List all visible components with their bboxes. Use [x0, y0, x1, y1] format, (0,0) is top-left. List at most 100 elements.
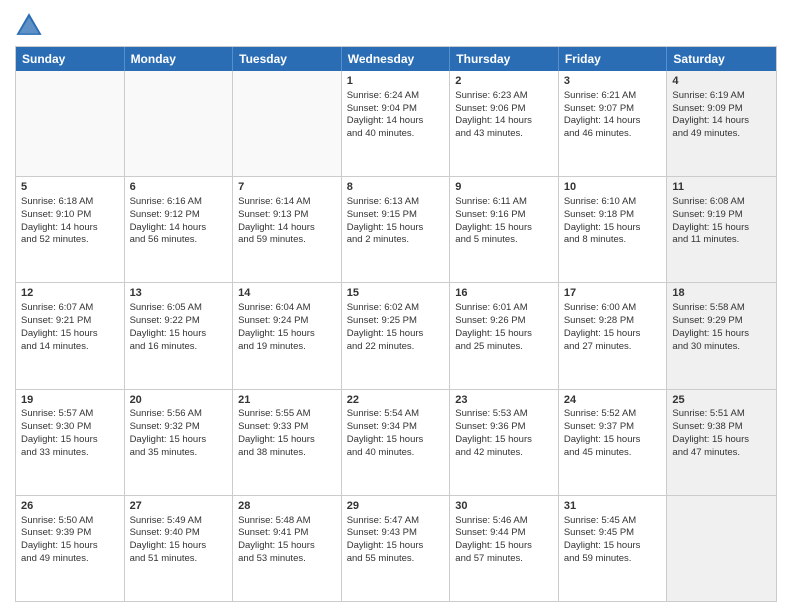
day-info-line: Daylight: 15 hours [130, 434, 228, 447]
day-info-line: and 30 minutes. [672, 341, 771, 354]
day-number: 13 [130, 286, 228, 301]
day-info-line: and 40 minutes. [347, 128, 445, 141]
day-number: 17 [564, 286, 662, 301]
day-info-line: Daylight: 15 hours [238, 328, 336, 341]
day-cell-6: 6Sunrise: 6:16 AMSunset: 9:12 PMDaylight… [125, 177, 234, 282]
day-info-line: Sunrise: 6:01 AM [455, 302, 553, 315]
day-info-line: and 5 minutes. [455, 234, 553, 247]
day-info-line: Sunset: 9:16 PM [455, 209, 553, 222]
day-info-line: and 57 minutes. [455, 553, 553, 566]
day-info-line: and 16 minutes. [130, 341, 228, 354]
day-info-line: Sunrise: 6:11 AM [455, 196, 553, 209]
empty-cell-0-2 [233, 71, 342, 176]
day-info-line: Daylight: 15 hours [672, 434, 771, 447]
day-number: 2 [455, 74, 553, 89]
day-number: 15 [347, 286, 445, 301]
calendar-row-5: 26Sunrise: 5:50 AMSunset: 9:39 PMDayligh… [16, 495, 776, 601]
day-info-line: Sunrise: 5:46 AM [455, 515, 553, 528]
day-info-line: Daylight: 15 hours [21, 328, 119, 341]
page: SundayMondayTuesdayWednesdayThursdayFrid… [0, 0, 792, 612]
logo [15, 10, 47, 38]
day-cell-7: 7Sunrise: 6:14 AMSunset: 9:13 PMDaylight… [233, 177, 342, 282]
day-info-line: Sunrise: 6:19 AM [672, 90, 771, 103]
day-info-line: Sunset: 9:12 PM [130, 209, 228, 222]
day-info-line: Sunrise: 6:14 AM [238, 196, 336, 209]
day-number: 8 [347, 180, 445, 195]
day-cell-24: 24Sunrise: 5:52 AMSunset: 9:37 PMDayligh… [559, 390, 668, 495]
day-info-line: Sunrise: 6:08 AM [672, 196, 771, 209]
day-number: 14 [238, 286, 336, 301]
day-info-line: and 2 minutes. [347, 234, 445, 247]
day-number: 21 [238, 393, 336, 408]
day-header-monday: Monday [125, 47, 234, 71]
day-info-line: Daylight: 15 hours [130, 540, 228, 553]
day-info-line: Sunset: 9:43 PM [347, 527, 445, 540]
day-info-line: Daylight: 15 hours [455, 434, 553, 447]
day-number: 31 [564, 499, 662, 514]
day-info-line: and 22 minutes. [347, 341, 445, 354]
day-info-line: Sunset: 9:15 PM [347, 209, 445, 222]
day-info-line: Sunset: 9:10 PM [21, 209, 119, 222]
day-info-line: and 11 minutes. [672, 234, 771, 247]
day-cell-27: 27Sunrise: 5:49 AMSunset: 9:40 PMDayligh… [125, 496, 234, 601]
day-info-line: Daylight: 15 hours [455, 540, 553, 553]
day-cell-23: 23Sunrise: 5:53 AMSunset: 9:36 PMDayligh… [450, 390, 559, 495]
day-number: 7 [238, 180, 336, 195]
day-cell-21: 21Sunrise: 5:55 AMSunset: 9:33 PMDayligh… [233, 390, 342, 495]
day-info-line: Sunset: 9:34 PM [347, 421, 445, 434]
day-info-line: Sunset: 9:13 PM [238, 209, 336, 222]
day-info-line: Sunset: 9:37 PM [564, 421, 662, 434]
day-number: 20 [130, 393, 228, 408]
day-number: 10 [564, 180, 662, 195]
day-info-line: Sunrise: 6:21 AM [564, 90, 662, 103]
day-number: 19 [21, 393, 119, 408]
day-info-line: Sunset: 9:06 PM [455, 103, 553, 116]
calendar-row-2: 5Sunrise: 6:18 AMSunset: 9:10 PMDaylight… [16, 176, 776, 282]
day-info-line: Daylight: 15 hours [455, 328, 553, 341]
day-info-line: Sunrise: 5:47 AM [347, 515, 445, 528]
day-info-line: Sunrise: 5:58 AM [672, 302, 771, 315]
day-cell-28: 28Sunrise: 5:48 AMSunset: 9:41 PMDayligh… [233, 496, 342, 601]
day-cell-19: 19Sunrise: 5:57 AMSunset: 9:30 PMDayligh… [16, 390, 125, 495]
day-cell-14: 14Sunrise: 6:04 AMSunset: 9:24 PMDayligh… [233, 283, 342, 388]
day-info-line: Daylight: 15 hours [564, 434, 662, 447]
day-info-line: Sunrise: 5:57 AM [21, 408, 119, 421]
day-info-line: and 42 minutes. [455, 447, 553, 460]
day-cell-12: 12Sunrise: 6:07 AMSunset: 9:21 PMDayligh… [16, 283, 125, 388]
day-number: 18 [672, 286, 771, 301]
day-info-line: Sunset: 9:39 PM [21, 527, 119, 540]
day-info-line: Daylight: 15 hours [455, 222, 553, 235]
day-info-line: Sunrise: 5:52 AM [564, 408, 662, 421]
day-info-line: Daylight: 15 hours [347, 222, 445, 235]
day-info-line: Daylight: 14 hours [672, 115, 771, 128]
day-info-line: and 56 minutes. [130, 234, 228, 247]
day-cell-2: 2Sunrise: 6:23 AMSunset: 9:06 PMDaylight… [450, 71, 559, 176]
day-info-line: Sunrise: 5:55 AM [238, 408, 336, 421]
day-info-line: Sunrise: 6:04 AM [238, 302, 336, 315]
day-cell-20: 20Sunrise: 5:56 AMSunset: 9:32 PMDayligh… [125, 390, 234, 495]
day-info-line: Sunrise: 6:10 AM [564, 196, 662, 209]
day-cell-18: 18Sunrise: 5:58 AMSunset: 9:29 PMDayligh… [667, 283, 776, 388]
day-number: 16 [455, 286, 553, 301]
day-info-line: and 45 minutes. [564, 447, 662, 460]
day-info-line: and 8 minutes. [564, 234, 662, 247]
day-info-line: Sunrise: 6:18 AM [21, 196, 119, 209]
calendar-header: SundayMondayTuesdayWednesdayThursdayFrid… [16, 47, 776, 71]
day-info-line: and 14 minutes. [21, 341, 119, 354]
day-info-line: and 49 minutes. [672, 128, 771, 141]
day-info-line: Sunset: 9:38 PM [672, 421, 771, 434]
day-cell-8: 8Sunrise: 6:13 AMSunset: 9:15 PMDaylight… [342, 177, 451, 282]
day-info-line: Sunrise: 6:02 AM [347, 302, 445, 315]
day-info-line: Sunset: 9:19 PM [672, 209, 771, 222]
empty-cell-4-6 [667, 496, 776, 601]
day-info-line: Daylight: 15 hours [672, 328, 771, 341]
day-cell-3: 3Sunrise: 6:21 AMSunset: 9:07 PMDaylight… [559, 71, 668, 176]
day-info-line: Sunrise: 6:05 AM [130, 302, 228, 315]
day-info-line: Sunset: 9:04 PM [347, 103, 445, 116]
day-info-line: and 46 minutes. [564, 128, 662, 141]
day-number: 4 [672, 74, 771, 89]
day-number: 26 [21, 499, 119, 514]
day-info-line: Sunset: 9:18 PM [564, 209, 662, 222]
day-info-line: and 35 minutes. [130, 447, 228, 460]
day-info-line: and 55 minutes. [347, 553, 445, 566]
